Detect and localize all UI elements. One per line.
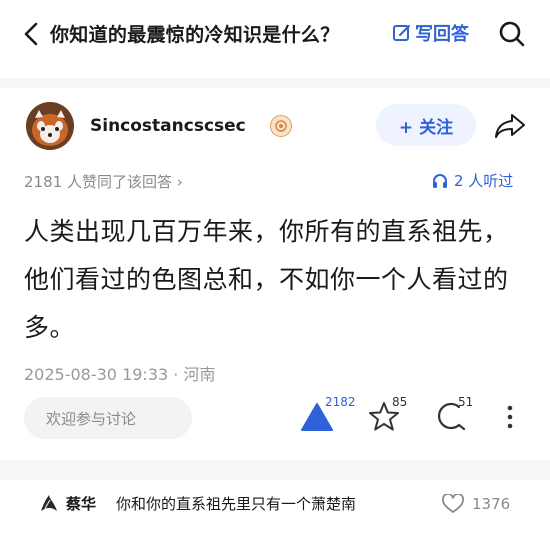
listeners-label: 2 人听过 — [454, 172, 514, 190]
commenter-name[interactable]: 蔡华 — [66, 493, 96, 514]
author-name[interactable]: Sincostancscsec — [90, 116, 246, 136]
headphones-icon — [433, 173, 447, 188]
share-icon[interactable] — [493, 111, 527, 141]
red-panda-image — [26, 102, 74, 150]
write-answer-label: 写回答 — [415, 24, 469, 45]
badge-icon — [270, 115, 292, 137]
star-count: 85 — [392, 395, 408, 409]
follow-button[interactable]: + 关注 — [376, 104, 476, 146]
divider — [0, 460, 550, 480]
comment-likes: 1376 — [472, 495, 511, 513]
comment-count: 51 — [458, 395, 474, 409]
upvote-count: 2182 — [325, 395, 356, 409]
top-bar: 你知道的最震惊的冷知识是什么？ 写回答 — [0, 0, 550, 68]
back-icon[interactable] — [20, 18, 44, 50]
answer-content: 人类出现几百万年来，你所有的直系祖先，他们看过的色图总和，不如你一个人看过的多。 — [24, 217, 509, 342]
question-title[interactable]: 你知道的最震惊的冷知识是什么？ — [50, 20, 340, 47]
answer-meta: 2025-08-30 19:33 · 河南 — [24, 365, 216, 384]
comment-text: 你和你的直系祖先里只有一个萧楚南 — [116, 495, 357, 513]
avatar[interactable] — [26, 102, 74, 150]
edit-icon — [393, 25, 410, 41]
write-answer-button[interactable]: 写回答 — [392, 20, 469, 46]
commenter-avatar — [41, 495, 57, 511]
comment-placeholder: 欢迎参与讨论 — [46, 410, 137, 428]
more-icon[interactable] — [504, 401, 516, 433]
search-icon[interactable] — [498, 20, 526, 48]
likes-note[interactable]: 2181 人赞同了该回答 › — [24, 171, 183, 192]
hot-comment[interactable]: 蔡华 你和你的直系祖先里只有一个萧楚南 1376 — [26, 482, 526, 530]
divider — [0, 78, 550, 88]
listen-button[interactable]: 2 人听过 — [432, 170, 513, 191]
heart-icon[interactable] — [442, 494, 464, 514]
